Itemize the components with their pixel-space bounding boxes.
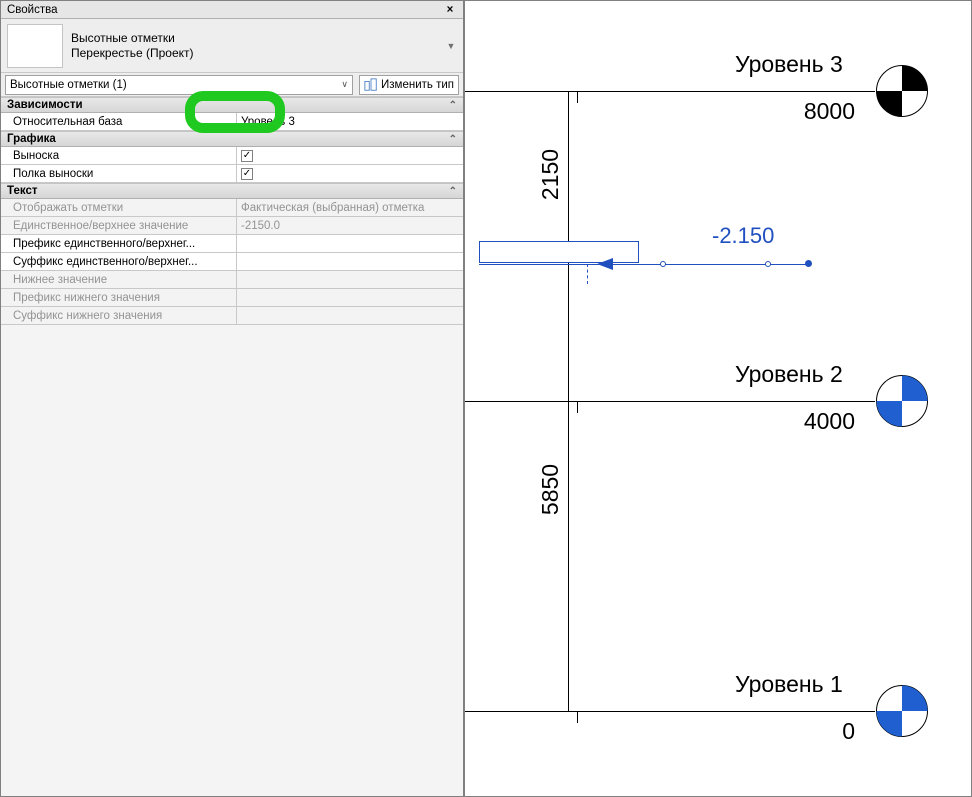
level-head-icon	[875, 684, 929, 738]
panel-titlebar: Свойства ×	[1, 1, 463, 19]
witness-tick	[577, 91, 578, 103]
group-header-text[interactable]: Текст ⌃	[1, 183, 463, 199]
family-name: Высотные отметки Перекрестье (Проект)	[71, 31, 445, 61]
property-label: Относительная база	[1, 113, 237, 130]
property-label: Префикс нижнего значения	[1, 289, 237, 306]
level-head-icon	[875, 374, 929, 428]
property-row-suffix-single: Суффикс единственного/верхнег...	[1, 253, 463, 271]
witness-tick	[577, 401, 578, 413]
leader-checkbox[interactable]	[237, 147, 463, 164]
suffix-single-input[interactable]	[237, 253, 463, 270]
property-label: Выноска	[1, 147, 237, 164]
dimension-witness	[558, 259, 590, 260]
edit-type-button[interactable]: Изменить тип	[359, 75, 459, 95]
close-icon[interactable]: ×	[443, 4, 457, 16]
spot-leader-line	[479, 264, 809, 265]
spot-witness-line	[587, 264, 588, 284]
level-name: Уровень 1	[735, 671, 843, 698]
property-value: -2150.0	[237, 217, 463, 234]
property-label: Нижнее значение	[1, 271, 237, 288]
grip-handle	[660, 261, 666, 267]
element-filter-select[interactable]: Высотные отметки (1) ∨	[5, 75, 353, 95]
chevron-up-icon: ⌃	[449, 134, 457, 145]
chevron-up-icon: ⌃	[449, 186, 457, 197]
property-label: Суффикс единственного/верхнег...	[1, 253, 237, 270]
property-value	[237, 271, 463, 288]
property-label: Суффикс нижнего значения	[1, 307, 237, 324]
family-thumbnail	[7, 24, 63, 68]
property-row-single-value: Единственное/верхнее значение -2150.0	[1, 217, 463, 235]
prefix-single-input[interactable]	[237, 235, 463, 252]
group-title: Зависимости	[7, 99, 449, 111]
level-name: Уровень 3	[735, 51, 843, 78]
panel-title-text: Свойства	[7, 4, 443, 16]
element-filter-text: Высотные отметки (1)	[10, 79, 341, 91]
level-elevation: 4000	[775, 408, 855, 435]
level-elevation: 0	[825, 718, 855, 745]
chevron-up-icon: ⌃	[449, 100, 457, 111]
property-row-prefix-lower: Префикс нижнего значения	[1, 289, 463, 307]
family-selector[interactable]: Высотные отметки Перекрестье (Проект) ▼	[1, 19, 463, 73]
witness-tick	[577, 711, 578, 723]
drawing-canvas[interactable]: Уровень 3 8000 Уровень 2 4000 Уровень 1 …	[465, 1, 971, 796]
group-title: Графика	[7, 133, 449, 145]
property-row-display-elevations: Отображать отметки Фактическая (выбранна…	[1, 199, 463, 217]
dimension-witness	[558, 711, 590, 712]
group-title: Текст	[7, 185, 449, 197]
property-value	[237, 307, 463, 324]
panel-blank-area	[1, 325, 463, 796]
level-name: Уровень 2	[735, 361, 843, 388]
property-label: Единственное/верхнее значение	[1, 217, 237, 234]
property-row-leader: Выноска	[1, 147, 463, 165]
spot-arrowhead-icon	[597, 258, 613, 270]
spot-symbol-box	[479, 241, 639, 263]
dimension-witness	[558, 91, 590, 92]
dimension-value: 2150	[537, 149, 564, 200]
property-row-prefix-single: Префикс единственного/верхнег...	[1, 235, 463, 253]
level-line	[465, 711, 875, 712]
property-label: Префикс единственного/верхнег...	[1, 235, 237, 252]
property-value	[237, 289, 463, 306]
property-label: Отображать отметки	[1, 199, 237, 216]
dimension-line	[568, 259, 569, 711]
chevron-down-icon[interactable]: ▼	[445, 41, 457, 51]
edit-type-label: Изменить тип	[381, 79, 454, 91]
checkbox-icon	[241, 150, 253, 162]
property-value: Фактическая (выбранная) отметка	[237, 199, 463, 216]
grip-handle-end	[805, 260, 812, 267]
property-row-relative-base: Относительная база Уровень 3	[1, 113, 463, 131]
level-line	[465, 401, 875, 402]
dimension-value: 5850	[537, 464, 564, 515]
relative-base-value: Уровень 3	[241, 116, 295, 128]
dimension-line	[568, 91, 569, 259]
property-row-suffix-lower: Суффикс нижнего значения	[1, 307, 463, 325]
property-label: Полка выноски	[1, 165, 237, 182]
chevron-down-icon: ∨	[341, 79, 348, 90]
level-elevation: 8000	[775, 98, 855, 125]
level-line	[465, 91, 875, 92]
family-name-line2: Перекрестье (Проект)	[71, 46, 445, 61]
properties-panel: Свойства × Высотные отметки Перекрестье …	[1, 1, 465, 796]
relative-base-select[interactable]: Уровень 3	[237, 113, 463, 130]
family-name-line1: Высотные отметки	[71, 31, 445, 46]
group-header-graphics[interactable]: Графика ⌃	[1, 131, 463, 147]
shoulder-checkbox[interactable]	[237, 165, 463, 182]
edit-type-icon	[364, 78, 378, 92]
grip-handle	[765, 261, 771, 267]
level-head-icon	[875, 64, 929, 118]
property-row-shoulder: Полка выноски	[1, 165, 463, 183]
filter-row: Высотные отметки (1) ∨ Изменить тип	[1, 73, 463, 97]
group-header-dependencies[interactable]: Зависимости ⌃	[1, 97, 463, 113]
checkbox-icon	[241, 168, 253, 180]
property-row-lower-value: Нижнее значение	[1, 271, 463, 289]
spot-elevation-value: -2.150	[712, 223, 774, 249]
